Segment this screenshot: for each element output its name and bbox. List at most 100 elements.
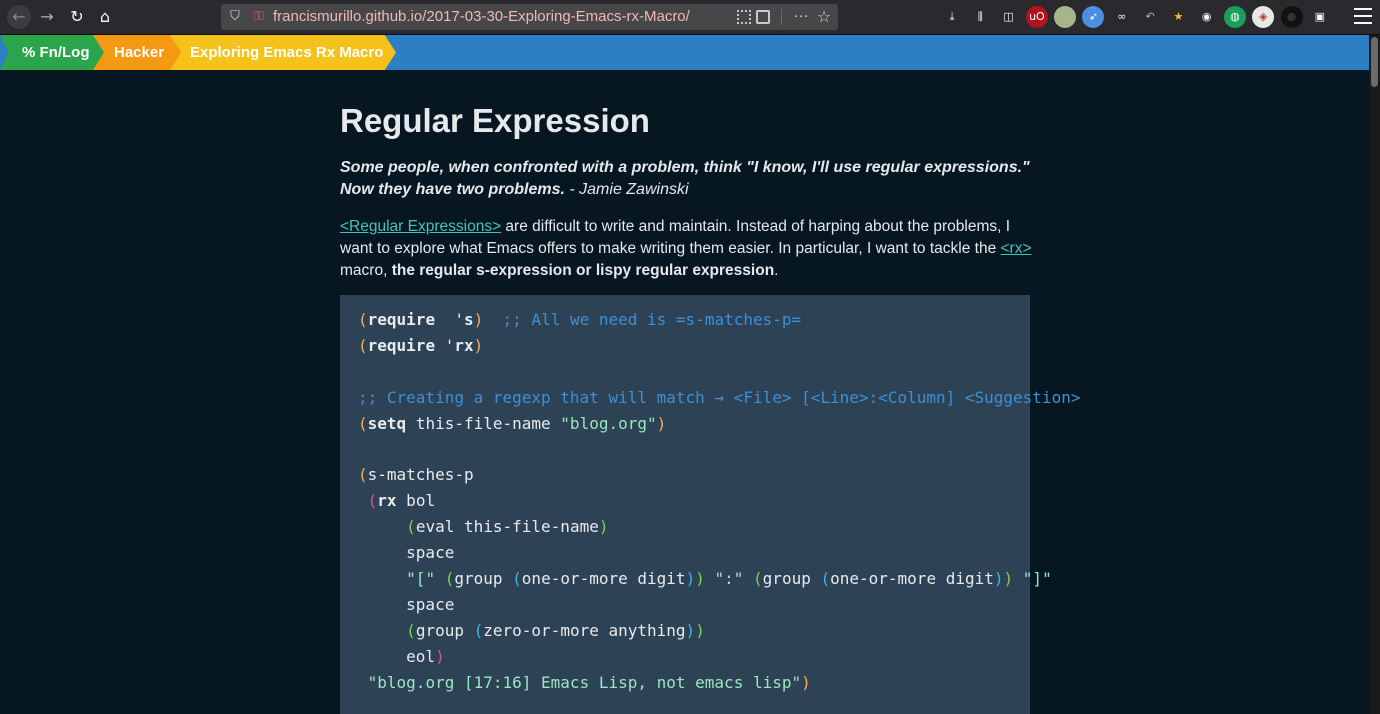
code-content: (require 's) ;; All we need is =s-matche… [358, 307, 1080, 696]
code-line: (eval this-file-name) [358, 517, 608, 536]
regular-expressions-link[interactable]: <Regular Expressions> [340, 218, 501, 235]
code-token: s [463, 310, 474, 329]
code-token: s-matches-p [367, 465, 474, 485]
code-token: ) [1003, 569, 1014, 589]
urlbar-separator [781, 9, 782, 25]
code-token: require [367, 335, 436, 355]
code-token: ( [473, 620, 484, 640]
dark-extension-icon[interactable]: ● [1280, 6, 1303, 28]
paragraph-text-2: macro, [340, 262, 392, 279]
site-identity-icon[interactable]: ⚿ [251, 8, 267, 26]
breadcrumb-category[interactable]: Hacker [93, 35, 185, 70]
intro-paragraph: <Regular Expressions> are difficult to w… [340, 216, 1032, 282]
ublock-origin-icon[interactable]: uO [1025, 6, 1048, 28]
back-button[interactable]: ← [7, 5, 31, 29]
code-token: "[" [406, 569, 436, 589]
cookie-extension-icon[interactable]: ◈ [1252, 6, 1275, 28]
reader-view-icon[interactable] [756, 10, 770, 24]
code-token: ' [435, 310, 464, 329]
code-token: ( [358, 335, 368, 355]
code-line: "[" (group (one-or-more digit)) ":" (gro… [358, 569, 1052, 588]
code-token: group [762, 569, 821, 589]
page-actions-icon[interactable]: ··· [789, 4, 813, 30]
code-token: setq [367, 413, 407, 433]
rx-link[interactable]: <rx> [1001, 240, 1032, 257]
sidebar-icon[interactable]: ◫ [997, 6, 1020, 28]
bookmark-star-icon[interactable]: ☆ [814, 4, 834, 30]
code-token: ( [358, 465, 368, 485]
code-token: ' [435, 335, 455, 355]
menu-icon[interactable] [1354, 8, 1372, 24]
code-line: (require 's) ;; All we need is =s-matche… [358, 310, 801, 329]
code-token: space [358, 543, 455, 563]
forward-button[interactable]: → [35, 5, 59, 29]
code-token: ) [993, 569, 1004, 589]
quote-attribution: - Jamie Zawinski [564, 180, 689, 198]
code-line: (rx bol [358, 491, 435, 510]
code-token: ) [473, 335, 484, 355]
scrollbar-thumb[interactable] [1371, 37, 1378, 87]
code-token: ) [695, 620, 705, 640]
breadcrumb: % Fn/Log Hacker Exploring Emacs Rx Macro [0, 35, 1369, 70]
code-line: (s-matches-p [358, 465, 474, 484]
code-token: require [367, 310, 436, 329]
section-heading: Regular Expression [340, 102, 650, 139]
code-token: ) [695, 569, 705, 589]
code-token: group [415, 620, 474, 640]
code-token: ( [358, 413, 368, 433]
code-line: ;; Creating a regexp that will match → <… [358, 388, 1080, 407]
code-token: one-or-more digit [521, 569, 686, 589]
code-token: group [454, 569, 513, 589]
quote: Some people, when confronted with a prob… [340, 157, 1030, 200]
undo-extension-icon[interactable]: ↶ [1139, 6, 1162, 28]
code-token: ( [358, 310, 368, 329]
url-bar[interactable]: ⛉ ⚿ francismurillo.github.io/2017-03-30-… [221, 4, 838, 30]
breadcrumb-home[interactable]: % Fn/Log [0, 35, 110, 70]
code-token: space [358, 594, 455, 614]
glasses-extension-icon[interactable]: ∞ [1110, 6, 1133, 28]
page-scrollbar[interactable] [1369, 35, 1380, 714]
download-icon[interactable]: ⤓ [941, 6, 963, 28]
code-token: ( [444, 569, 455, 589]
code-token: zero-or-more anything [483, 620, 686, 640]
code-line: space [358, 595, 454, 614]
code-token: ) [435, 646, 445, 666]
code-token: ":" [714, 569, 744, 589]
home-button[interactable]: ⌂ [93, 5, 117, 29]
code-line: space [358, 543, 454, 562]
code-token: "blog.org [17:16] Emacs Lisp, not emacs … [367, 672, 802, 692]
code-token: ) [656, 413, 667, 433]
code-line: (setq this-file-name "blog.org") [358, 414, 666, 433]
code-token: "]" [1022, 569, 1052, 589]
code-token: bol [396, 491, 436, 511]
account-icon[interactable]: ◉ [1195, 6, 1218, 28]
code-token: ) [685, 569, 696, 589]
qr-code-icon[interactable] [737, 10, 751, 24]
star-extension-icon[interactable]: ★ [1167, 6, 1190, 28]
code-token: ;; All we need is =s-matches-p= [502, 310, 802, 329]
globe-extension-icon[interactable]: ◍ [1223, 6, 1246, 28]
code-line: (group (zero-or-more anything)) [358, 621, 705, 640]
library-icon[interactable]: ⫼ [969, 6, 992, 28]
url-text[interactable]: francismurillo.github.io/2017-03-30-Expl… [273, 4, 690, 30]
extension-green-icon[interactable] [1054, 6, 1077, 28]
code-line: "blog.org [17:16] Emacs Lisp, not emacs … [358, 673, 811, 692]
code-block: (require 's) ;; All we need is =s-matche… [340, 295, 1080, 714]
code-token: this-file-name [406, 413, 561, 433]
reload-button[interactable]: ↻ [65, 5, 89, 29]
compass-extension-icon[interactable]: ➶ [1082, 6, 1105, 28]
paragraph-text-3: . [774, 262, 779, 279]
breadcrumb-current[interactable]: Exploring Emacs Rx Macro [170, 35, 396, 70]
code-token: ;; Creating a regexp that will match → <… [358, 387, 1081, 407]
screenshot-extension-icon[interactable]: ▣ [1308, 6, 1331, 28]
tracking-shield-icon[interactable]: ⛉ [227, 8, 243, 26]
